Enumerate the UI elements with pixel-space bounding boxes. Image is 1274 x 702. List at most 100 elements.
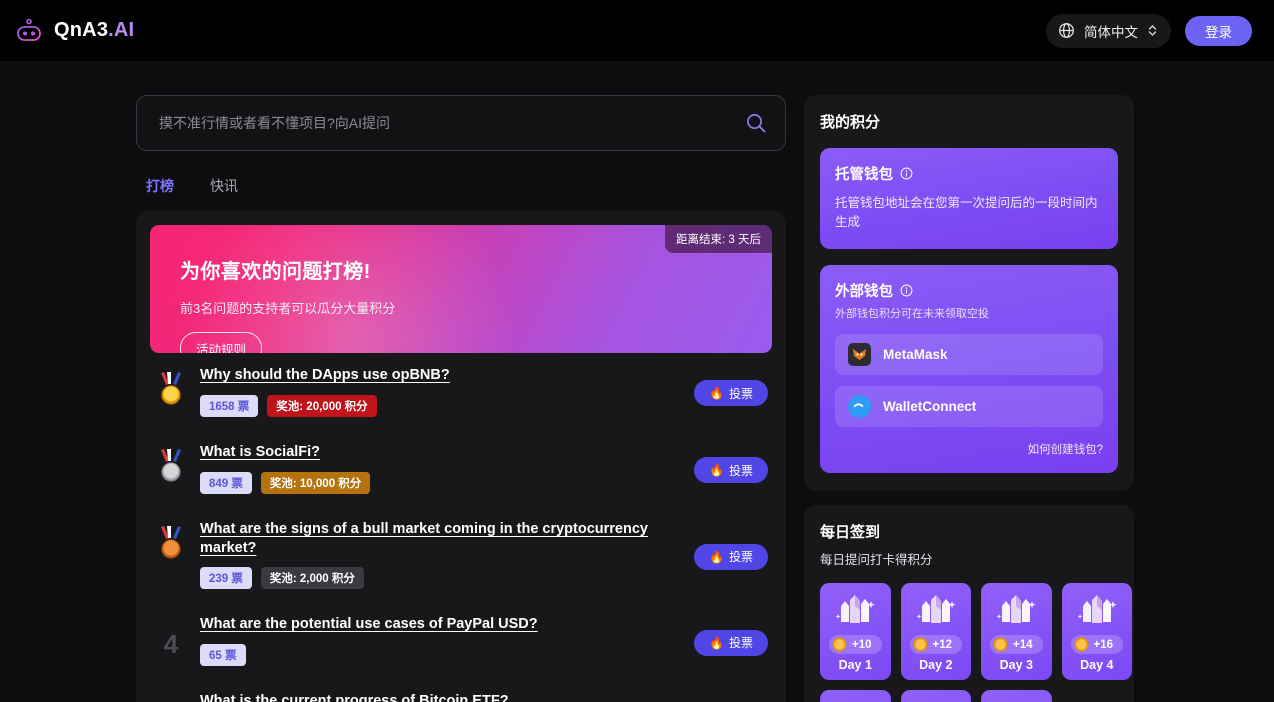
question-title-link[interactable]: What are the potential use cases of PayP… — [200, 615, 538, 634]
external-wallet-header: 外部钱包 — [835, 280, 1103, 301]
vote-button[interactable]: 🔥 投票 — [694, 544, 768, 570]
rank-badge: 5 — [156, 692, 186, 702]
coin-icon — [832, 637, 847, 652]
rank-badge — [156, 520, 186, 560]
sidebar-column: 我的积分 托管钱包 托管钱包地址会在您第一次提问后的一段时间内生成 — [804, 95, 1134, 702]
vote-button[interactable]: 🔥投票 — [694, 630, 768, 656]
day-card[interactable]: +20Day 6 — [901, 690, 972, 702]
day-card[interactable]: +12Day 2 — [901, 583, 972, 680]
points-value: +16 — [1094, 639, 1114, 651]
chevron-updown-icon[interactable] — [1147, 23, 1158, 38]
vote-button-label: 投票 — [729, 385, 753, 402]
points-value: +12 — [933, 639, 953, 651]
day-label: Day 4 — [1080, 658, 1113, 672]
walletconnect-icon — [848, 395, 871, 418]
daily-checkin-subtitle: 每日提问打卡得积分 — [820, 549, 1118, 568]
language-label: 简体中文 — [1084, 21, 1138, 41]
gold-medal-icon — [158, 372, 184, 406]
day-card[interactable]: +16 Day 4 — [1062, 583, 1133, 680]
points-pill: +16 — [1071, 635, 1124, 654]
search-bar[interactable] — [136, 95, 786, 151]
day-label: Day 1 — [839, 658, 872, 672]
coin-icon — [913, 637, 928, 652]
votes-badge: 1658 票 — [200, 395, 258, 417]
create-wallet-link[interactable]: 如何创建钱包? — [835, 441, 1103, 457]
points-pill: +12 — [910, 635, 963, 654]
table-row: What are the signs of a bull market comi… — [150, 507, 772, 603]
crystal-icon — [1073, 592, 1121, 632]
vote-button-label: 投票 — [729, 548, 753, 565]
question-title-link[interactable]: What is SocialFi? — [200, 443, 320, 462]
rank-number: 5 — [164, 698, 178, 702]
tab-leaderboard[interactable]: 打榜 — [142, 173, 178, 199]
page-body: 打榜 快讯 距离结束: 3 天后 为你喜欢的问题打榜! 前3名问题的支持者可以瓜… — [0, 61, 1274, 702]
table-row: 4 What are the potential use cases of Pay… — [150, 602, 772, 679]
question-block: What is SocialFi? 849 票奖池: 10,000 积分 — [200, 443, 680, 494]
rank-badge — [156, 366, 186, 406]
question-title-link[interactable]: What are the signs of a bull market comi… — [200, 520, 680, 558]
day-card[interactable]: +18Day 5 — [820, 690, 891, 702]
brand-suffix: .AI — [108, 19, 134, 41]
info-icon[interactable] — [900, 284, 913, 297]
wallet-option-label: WalletConnect — [883, 399, 976, 414]
wallet-option-walletconnect[interactable]: WalletConnect — [835, 386, 1103, 427]
question-meta: 239 票奖池: 2,000 积分 — [200, 567, 680, 589]
banner-subtitle: 前3名问题的支持者可以瓜分大量积分 — [180, 298, 772, 317]
crystal-icon — [912, 592, 960, 632]
flame-icon: 🔥 — [709, 636, 724, 650]
coin-icon — [1074, 637, 1089, 652]
app-header: QnA3.AI 简体中文 登录 — [0, 0, 1274, 61]
points-value: +14 — [1013, 639, 1033, 651]
bronze-medal-icon — [158, 526, 184, 560]
question-meta: 849 票奖池: 10,000 积分 — [200, 472, 680, 494]
day-label: Day 3 — [1000, 658, 1033, 672]
info-icon[interactable] — [900, 167, 913, 180]
custodial-wallet-card: 托管钱包 托管钱包地址会在您第一次提问后的一段时间内生成 — [820, 148, 1118, 249]
question-title-link[interactable]: Why should the DApps use opBNB? — [200, 366, 450, 385]
question-block: What are the signs of a bull market comi… — [200, 520, 680, 590]
external-wallet-name: 外部钱包 — [835, 280, 893, 301]
content-tabs: 打榜 快讯 — [142, 173, 786, 199]
flame-icon: 🔥 — [709, 550, 724, 564]
custodial-wallet-header: 托管钱包 — [835, 163, 1103, 184]
question-block: What are the potential use cases of PayP… — [200, 615, 680, 666]
silver-medal-icon — [158, 449, 184, 483]
day-card[interactable]: +10 Day 1 — [820, 583, 891, 680]
question-meta: 1658 票奖池: 20,000 积分 — [200, 395, 680, 417]
custodial-wallet-name: 托管钱包 — [835, 163, 893, 184]
question-title-link[interactable]: What is the current progress of Bitcoin … — [200, 692, 509, 702]
daily-checkin-title: 每日签到 — [820, 521, 1118, 542]
brand[interactable]: QnA3.AI — [14, 16, 134, 46]
day-card[interactable]: +22Day 7 — [981, 690, 1052, 702]
table-row: What is SocialFi? 849 票奖池: 10,000 积分 🔥 投票 — [150, 430, 772, 507]
activity-rules-button[interactable]: 活动规则 — [180, 332, 262, 353]
prize-pool-badge: 奖池: 10,000 积分 — [261, 472, 370, 494]
table-row: Why should the DApps use opBNB? 1658 票奖池:… — [150, 353, 772, 430]
question-block: Why should the DApps use opBNB? 1658 票奖池:… — [200, 366, 680, 417]
wallet-option-label: MetaMask — [883, 347, 948, 362]
my-points-panel: 我的积分 托管钱包 托管钱包地址会在您第一次提问后的一段时间内生成 — [804, 95, 1134, 491]
table-row: 5 What is the current progress of Bitcoin… — [150, 679, 772, 702]
main-column: 打榜 快讯 距离结束: 3 天后 为你喜欢的问题打榜! 前3名问题的支持者可以瓜… — [136, 95, 786, 702]
vote-button-label: 投票 — [729, 462, 753, 479]
rank-badge: 4 — [156, 615, 186, 657]
search-icon[interactable] — [745, 112, 767, 134]
wallet-option-metamask[interactable]: MetaMask — [835, 334, 1103, 375]
points-pill: +14 — [990, 635, 1043, 654]
globe-icon — [1058, 22, 1075, 39]
robot-icon — [14, 16, 44, 46]
banner-title: 为你喜欢的问题打榜! — [180, 255, 772, 284]
custodial-wallet-description: 托管钱包地址会在您第一次提问后的一段时间内生成 — [835, 194, 1103, 233]
flame-icon: 🔥 — [709, 463, 724, 477]
login-button[interactable]: 登录 — [1185, 16, 1252, 46]
day-card[interactable]: +14 Day 3 — [981, 583, 1052, 680]
language-selector[interactable]: 简体中文 — [1046, 14, 1171, 48]
rank-badge — [156, 443, 186, 483]
points-pill: +10 — [829, 635, 882, 654]
votes-badge: 65 票 — [200, 644, 246, 666]
banner-countdown: 距离结束: 3 天后 — [665, 225, 772, 253]
search-input[interactable] — [159, 115, 735, 131]
tab-news[interactable]: 快讯 — [206, 173, 242, 199]
vote-button[interactable]: 🔥投票 — [694, 380, 768, 406]
vote-button[interactable]: 🔥 投票 — [694, 457, 768, 483]
